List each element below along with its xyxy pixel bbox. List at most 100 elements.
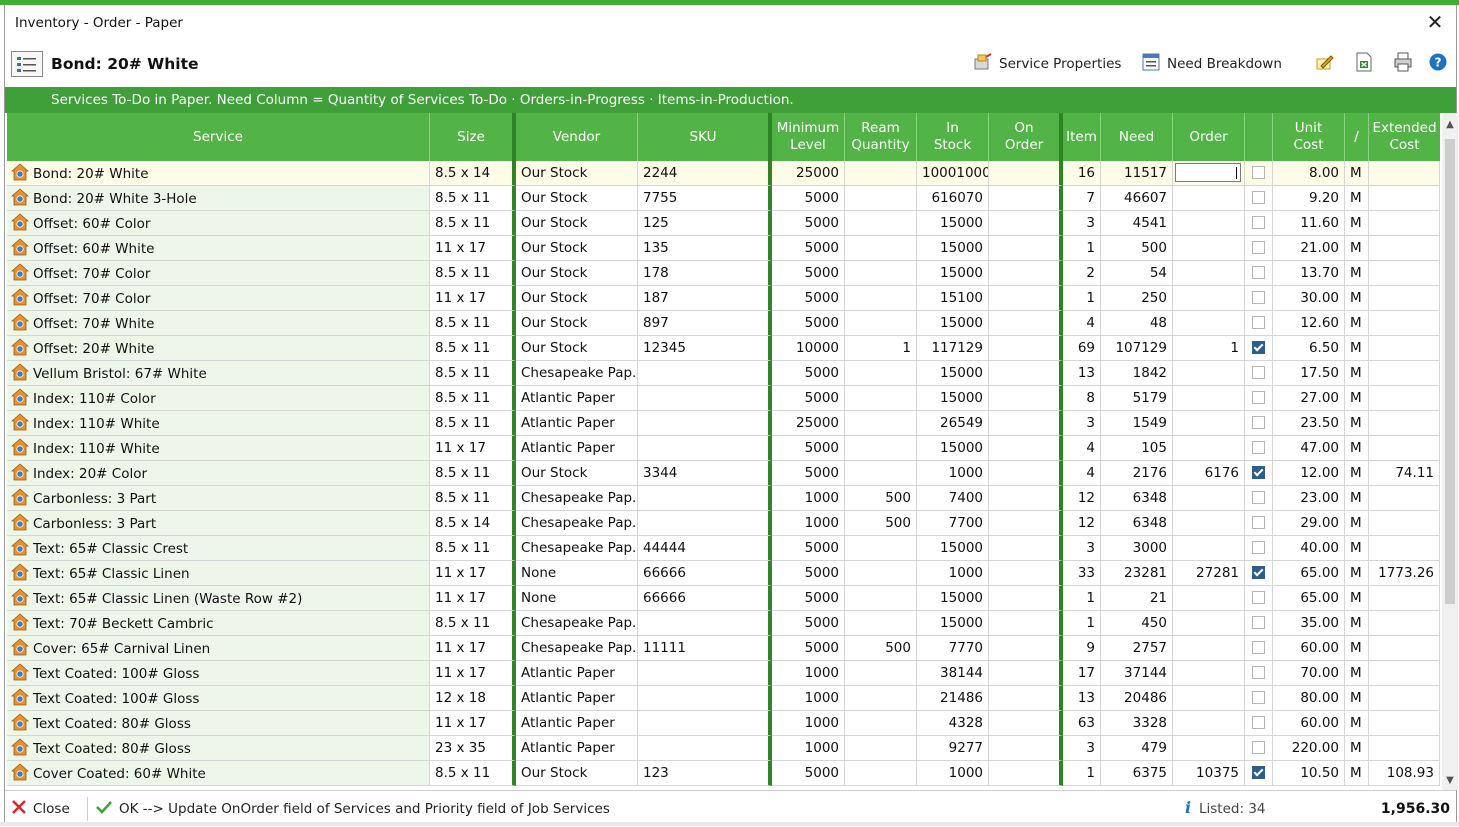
checkbox-box[interactable]	[1252, 190, 1265, 204]
order-checkbox[interactable]	[1245, 711, 1273, 736]
table-row[interactable]: Offset: 60# White 11 x 17 Our Stock 135 5000…	[7, 236, 1440, 261]
checkbox-box[interactable]	[1252, 465, 1265, 479]
order-checkbox[interactable]	[1245, 361, 1273, 386]
order-checkbox[interactable]	[1245, 736, 1273, 761]
service-cell[interactable]: Text: 65# Classic Linen	[7, 561, 430, 586]
service-cell[interactable]: Offset: 60# White	[7, 236, 430, 261]
order-checkbox[interactable]	[1245, 236, 1273, 261]
col-header-size[interactable]: Size	[430, 113, 516, 161]
checkbox-box[interactable]	[1252, 565, 1265, 579]
table-row[interactable]: Text Coated: 100# Gloss 12 x 18 Atlantic P…	[7, 686, 1440, 711]
order-cell[interactable]	[1173, 511, 1245, 536]
table-row[interactable]: Cover Coated: 60# White 8.5 x 11 Our Stock…	[7, 761, 1440, 786]
service-cell[interactable]: Offset: 70# Color	[7, 286, 430, 311]
checkbox-box[interactable]	[1252, 290, 1265, 304]
order-cell[interactable]	[1173, 236, 1245, 261]
order-cell[interactable]	[1173, 711, 1245, 736]
order-cell[interactable]	[1173, 486, 1245, 511]
col-header-order[interactable]: Order	[1173, 113, 1245, 161]
checkbox-box[interactable]	[1252, 265, 1265, 279]
service-list-icon[interactable]	[11, 51, 43, 77]
checkbox-box[interactable]	[1252, 740, 1265, 754]
checkbox-box[interactable]	[1252, 665, 1265, 679]
order-cell[interactable]	[1173, 411, 1245, 436]
table-row[interactable]: Offset: 70# White 8.5 x 11 Our Stock 897 500…	[7, 311, 1440, 336]
table-row[interactable]: Offset: 20# White 8.5 x 11 Our Stock 12345 1…	[7, 336, 1440, 361]
table-row[interactable]: Bond: 20# White 8.5 x 14 Our Stock 2244 2500…	[7, 161, 1440, 186]
order-cell[interactable]	[1173, 736, 1245, 761]
service-cell[interactable]: Index: 110# White	[7, 411, 430, 436]
table-row[interactable]: Text Coated: 80# Gloss 23 x 35 Atlantic Pa…	[7, 736, 1440, 761]
order-cell[interactable]	[1173, 636, 1245, 661]
checkbox-box[interactable]	[1252, 365, 1265, 379]
service-cell[interactable]: Offset: 70# Color	[7, 261, 430, 286]
order-cell[interactable]	[1173, 386, 1245, 411]
table-row[interactable]: Text Coated: 100# Gloss 11 x 17 Atlantic P…	[7, 661, 1440, 686]
order-checkbox[interactable]	[1245, 436, 1273, 461]
col-header-service[interactable]: Service	[7, 113, 430, 161]
checkbox-box[interactable]	[1252, 690, 1265, 704]
print-button[interactable]	[1393, 52, 1413, 75]
help-button[interactable]: ?	[1429, 53, 1447, 75]
table-row[interactable]: Bond: 20# White 3-Hole 8.5 x 11 Our Stock 7…	[7, 186, 1440, 211]
order-cell[interactable]	[1173, 436, 1245, 461]
col-header-extended-cost[interactable]: Extended Cost	[1369, 113, 1440, 161]
service-cell[interactable]: Text Coated: 80# Gloss	[7, 711, 430, 736]
checkbox-box[interactable]	[1252, 390, 1265, 404]
table-row[interactable]: Text: 65# Classic Linen 11 x 17 None 66666 5…	[7, 561, 1440, 586]
order-cell[interactable]: 1	[1173, 336, 1245, 361]
service-cell[interactable]: Text Coated: 100# Gloss	[7, 686, 430, 711]
table-row[interactable]: Index: 20# Color 8.5 x 11 Our Stock 3344 500…	[7, 461, 1440, 486]
col-header-per[interactable]: /	[1345, 113, 1369, 161]
order-checkbox[interactable]	[1245, 211, 1273, 236]
order-cell[interactable]	[1173, 211, 1245, 236]
col-header-minimum-level[interactable]: Minimum Level	[772, 113, 845, 161]
vertical-scrollbar[interactable]: ▲ ▼	[1442, 113, 1458, 790]
order-cell[interactable]: 27281	[1173, 561, 1245, 586]
checkbox-box[interactable]	[1252, 490, 1265, 504]
need-breakdown-button[interactable]: Need Breakdown	[1141, 53, 1282, 75]
order-checkbox[interactable]	[1245, 536, 1273, 561]
checkbox-box[interactable]	[1252, 765, 1265, 779]
service-cell[interactable]: Offset: 70# White	[7, 311, 430, 336]
checkbox-box[interactable]	[1252, 215, 1265, 229]
order-checkbox[interactable]	[1245, 186, 1273, 211]
service-cell[interactable]: Text: 65# Classic Crest	[7, 536, 430, 561]
table-row[interactable]: Offset: 70# Color 11 x 17 Our Stock 187 5000…	[7, 286, 1440, 311]
order-checkbox[interactable]	[1245, 486, 1273, 511]
order-checkbox[interactable]	[1245, 411, 1273, 436]
col-header-select[interactable]	[1245, 113, 1273, 161]
col-header-item[interactable]: Item	[1063, 113, 1101, 161]
checkbox-box[interactable]	[1252, 590, 1265, 604]
service-cell[interactable]: Carbonless: 3 Part	[7, 511, 430, 536]
service-cell[interactable]: Text: 65# Classic Linen (Waste Row #2)	[7, 586, 430, 611]
service-cell[interactable]: Text Coated: 80# Gloss	[7, 736, 430, 761]
service-cell[interactable]: Text Coated: 100# Gloss	[7, 661, 430, 686]
service-cell[interactable]: Cover: 65# Carnival Linen	[7, 636, 430, 661]
checkbox-box[interactable]	[1252, 240, 1265, 254]
checkbox-box[interactable]	[1252, 515, 1265, 529]
service-cell[interactable]: Text: 70# Beckett Cambric	[7, 611, 430, 636]
order-cell[interactable]	[1173, 586, 1245, 611]
window-close-button[interactable]: ✕	[1424, 11, 1446, 33]
checkbox-box[interactable]	[1252, 315, 1265, 329]
order-checkbox[interactable]	[1245, 611, 1273, 636]
service-cell[interactable]: Cover Coated: 60# White	[7, 761, 430, 786]
table-row[interactable]: Cover: 65# Carnival Linen 11 x 17 Chesapea…	[7, 636, 1440, 661]
checkbox-box[interactable]	[1252, 540, 1265, 554]
order-checkbox[interactable]	[1245, 586, 1273, 611]
order-cell[interactable]	[1173, 186, 1245, 211]
table-row[interactable]: Carbonless: 3 Part 8.5 x 11 Chesapeake Pap…	[7, 486, 1440, 511]
order-cell[interactable]: 6176	[1173, 461, 1245, 486]
table-row[interactable]: Index: 110# Color 8.5 x 11 Atlantic Paper 5…	[7, 386, 1440, 411]
order-checkbox[interactable]	[1245, 161, 1273, 186]
service-cell[interactable]: Index: 110# Color	[7, 386, 430, 411]
order-checkbox[interactable]	[1245, 561, 1273, 586]
col-header-in-stock[interactable]: In Stock	[917, 113, 989, 161]
table-row[interactable]: Vellum Bristol: 67# White 8.5 x 11 Chesape…	[7, 361, 1440, 386]
order-checkbox[interactable]	[1245, 286, 1273, 311]
service-cell[interactable]: Carbonless: 3 Part	[7, 486, 430, 511]
col-header-unit-cost[interactable]: Unit Cost	[1273, 113, 1345, 161]
checkbox-box[interactable]	[1252, 415, 1265, 429]
service-cell[interactable]: Bond: 20# White 3-Hole	[7, 186, 430, 211]
